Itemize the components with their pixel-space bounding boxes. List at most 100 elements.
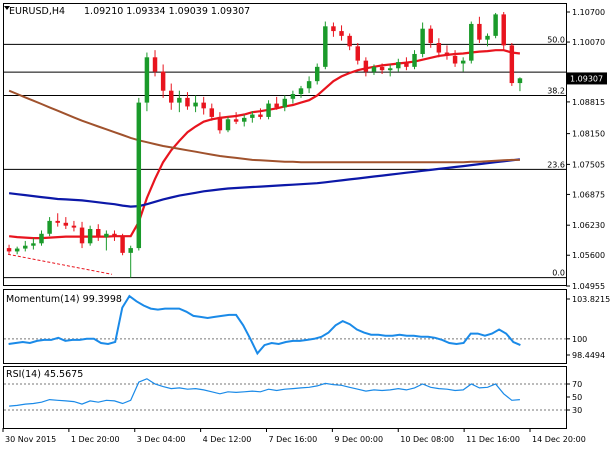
candle-body [241,117,247,122]
fib-label: 38.2 [547,86,565,95]
momentum-panel: Momentum(14) 99.3998 103.8215 100 98.4494 [3,289,610,364]
candle-body [96,229,101,238]
fib-label: 23.6 [547,160,565,169]
candle-body [517,78,523,84]
candle-body [112,233,117,237]
candle-body [104,233,109,238]
candle-body [306,81,312,89]
time-tick-label: 1 Dec 20:00 [71,435,120,444]
rsi-title: RSI(14) 45.5675 [6,369,83,380]
candle-body [39,233,44,244]
symbol-label: EURUSD,H4 [9,6,65,17]
ohlc-label: 1.09210 1.09334 1.09039 1.09307 [84,6,250,17]
candle-body [282,98,288,108]
rsi-tick-label: 30 [572,406,582,415]
momentum-axis: 103.8215 100 98.4494 [566,295,610,360]
candle-body [298,88,304,95]
rsi-panel-frame [3,366,567,429]
candle-body [452,55,458,64]
candle-body [485,35,490,40]
price-tick-label: 1.06230 [572,221,605,230]
momentum-title: Momentum(14) 99.3998 [6,294,122,305]
candle-body [144,57,150,103]
candle-body [258,114,263,117]
candle-body [217,116,223,131]
price-axis: 1.10700 1.10070 1.08815 1.08150 1.07505 1.068… [566,8,607,291]
candle-body [160,71,166,91]
candle-body [387,68,393,71]
time-tick-label: 10 Dec 08:00 [400,435,454,444]
candle-body [193,102,198,107]
candle-body [177,97,182,103]
candle-body [6,248,12,252]
time-tick-label: 4 Dec 12:00 [203,435,252,444]
candle-body [371,66,377,72]
candle-body [501,14,506,46]
time-tick-label: 14 Dec 20:00 [532,435,586,444]
candle-body [331,26,336,32]
candle-body [152,57,158,72]
price-tick-label: 1.07505 [572,160,605,169]
candle-body [47,220,52,234]
candle-body [477,23,482,40]
candle-body [428,28,433,44]
candle-body [79,227,85,244]
candle-body [31,243,36,246]
candle-body [225,119,231,131]
candle-body [469,23,474,61]
price-tick-label: 1.05600 [572,251,605,260]
rsi-tick-label: 50 [572,393,582,402]
candle-body [355,46,360,61]
candle-body [404,62,409,67]
time-tick-label: 3 Dec 04:00 [137,435,186,444]
candle-body [290,94,296,99]
candle-body [509,45,515,84]
candle-body [201,102,206,109]
candle-body [266,103,271,117]
candle-body [14,248,20,252]
price-tick-label: 1.06875 [572,190,605,199]
candle-body [363,60,369,72]
candle-body [209,108,215,117]
candle-body [87,229,93,244]
candle-body [493,14,498,36]
candle-body [460,60,466,64]
price-panel: EURUSD,H4 1.09210 1.09334 1.09039 1.0930… [3,3,607,291]
momentum-tick-label: 100 [572,335,587,344]
time-tick-label: 7 Dec 16:00 [269,435,318,444]
price-tick-label: 1.04955 [572,282,605,291]
price-tick-label: 1.08815 [572,98,605,107]
candle-body [63,222,69,226]
candle-body [314,66,320,82]
candle-body [185,97,190,107]
candle-body [23,245,28,249]
candle-body [347,35,352,47]
price-tick-label: 1.10070 [572,38,605,47]
price-tick-label: 1.10700 [572,8,605,17]
time-tick-label: 11 Dec 16:00 [466,435,520,444]
time-axis: 30 Nov 2015 1 Dec 20:00 3 Dec 04:00 4 Dec 1… [2,428,586,444]
price-tick-label: 1.08150 [572,130,605,139]
current-price-label: 1.09307 [570,74,603,83]
candle-body [233,119,239,122]
rsi-panel: RSI(14) 45.5675 70 50 30 [3,366,582,429]
fib-label: 50.0 [547,35,565,44]
candle-body [250,114,255,118]
candle-body [420,28,425,54]
fib-label: 0.0 [552,269,565,278]
candle-body [444,52,450,56]
candle-body [274,103,279,108]
candle-body [120,236,125,253]
candle-body [169,90,174,103]
candle-body [323,26,328,67]
momentum-tick-label: 103.8215 [572,295,610,304]
time-tick-label: 9 Dec 00:00 [334,435,383,444]
candle-body [128,248,133,253]
momentum-tick-label: 98.4494 [572,351,605,360]
candle-body [412,53,417,67]
candle-body [55,220,60,223]
trading-chart: EURUSD,H4 1.09210 1.09334 1.09039 1.0930… [2,3,610,444]
candle-body [71,225,77,228]
time-tick-label: 30 Nov 2015 [5,435,56,444]
candle-body [136,102,142,249]
